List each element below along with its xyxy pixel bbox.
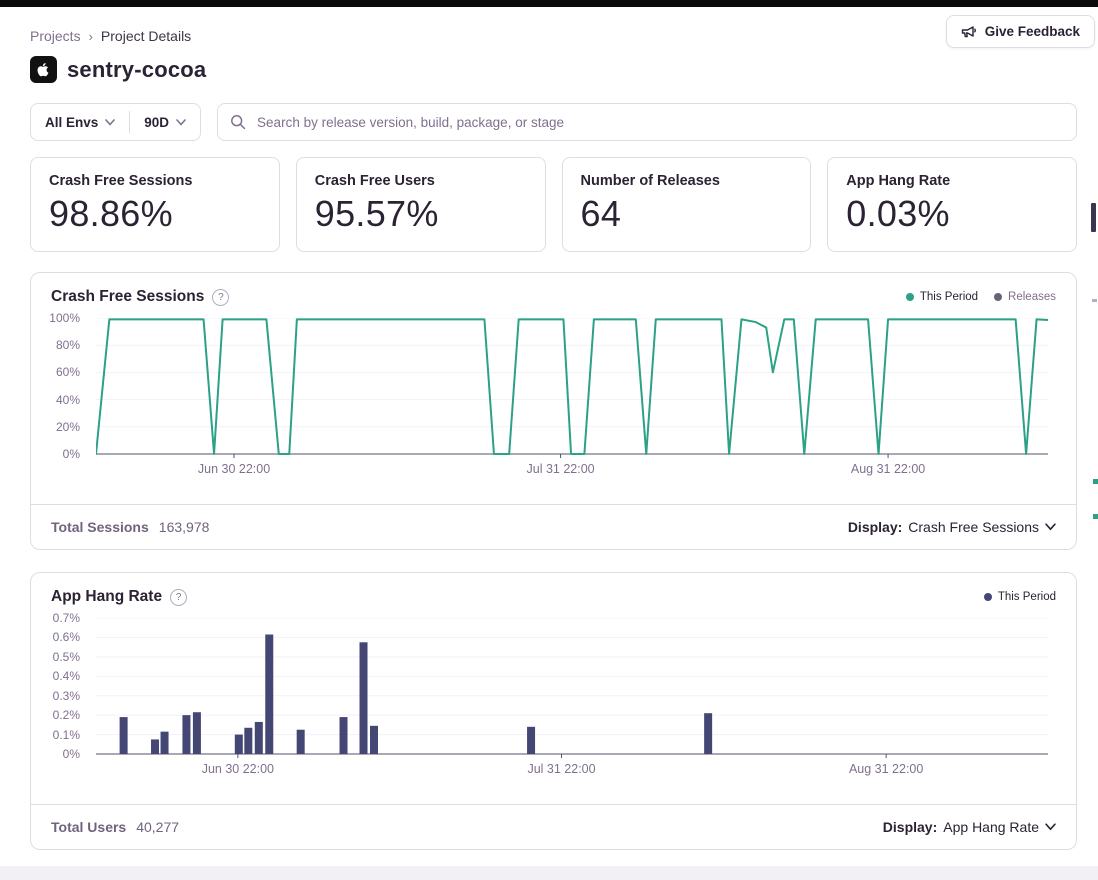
breadcrumb-projects-link[interactable]: Projects [30, 28, 81, 44]
total-label: Total Sessions [51, 519, 149, 535]
legend-item-this-period: This Period [984, 591, 1056, 603]
bar-chart-area: 0.7%0.6%0.5%0.4%0.3%0.2%0.1%0% [31, 612, 1076, 759]
chart-title: App Hang Rate [51, 588, 162, 606]
stat-value: 64 [581, 193, 793, 235]
breadcrumb-separator-icon: › [89, 29, 93, 44]
legend-dot [984, 593, 992, 601]
give-feedback-button[interactable]: Give Feedback [946, 15, 1095, 48]
chart-legend: This Period Releases [906, 291, 1056, 303]
crash-free-sessions-line-chart[interactable] [96, 318, 1048, 459]
search-input[interactable] [255, 114, 1064, 131]
total-value: 163,978 [159, 519, 210, 535]
stat-card-crash-free-users: Crash Free Users 95.57% [296, 157, 546, 252]
legend-dot [994, 293, 1002, 301]
stat-card-crash-free-sessions: Crash Free Sessions 98.86% [30, 157, 280, 252]
legend-dot [906, 293, 914, 301]
app-hang-rate-panel: App Hang Rate ? This Period 0.7%0.6%0.5%… [30, 572, 1077, 850]
search-icon [230, 114, 246, 130]
crash-free-sessions-panel: Crash Free Sessions ? This Period Releas… [30, 272, 1077, 550]
display-dropdown[interactable]: Display: Crash Free Sessions [848, 519, 1056, 535]
clipped-content-sliver [1093, 479, 1098, 484]
breadcrumb: Projects › Project Details [30, 28, 1077, 44]
total-label: Total Users [51, 819, 126, 835]
page-bottom-strip [0, 866, 1098, 880]
total-value: 40,277 [136, 819, 179, 835]
legend-item-releases: Releases [994, 291, 1056, 303]
legend-item-this-period: This Period [906, 291, 978, 303]
chart-footer: Total Sessions 163,978 Display: Crash Fr… [31, 504, 1076, 549]
chevron-down-icon [105, 119, 115, 126]
y-axis-labels: 100%80%60%40%20%0% [31, 318, 88, 454]
x-axis-labels: Jun 30 22:00Jul 31 22:00Aug 31 22:00 [96, 459, 1048, 483]
megaphone-icon [961, 24, 977, 39]
chevron-down-icon [176, 119, 186, 126]
stat-cards-row: Crash Free Sessions 98.86% Crash Free Us… [30, 157, 1077, 252]
filter-row: All Envs 90D [30, 103, 1077, 141]
chart-footer: Total Users 40,277 Display: App Hang Rat… [31, 804, 1076, 849]
help-icon[interactable]: ? [212, 289, 229, 306]
clipped-content-sliver [1092, 299, 1097, 302]
chart-legend: This Period [984, 591, 1056, 603]
clipped-content-sliver [1093, 514, 1098, 519]
app-hang-rate-bar-chart[interactable] [96, 618, 1048, 759]
chevron-down-icon [1045, 823, 1056, 831]
stat-value: 0.03% [846, 193, 1058, 235]
chevron-down-icon [1045, 523, 1056, 531]
help-icon[interactable]: ? [170, 589, 187, 606]
page-content: Projects › Project Details sentry-cocoa … [0, 7, 1098, 850]
chart-title: Crash Free Sessions [51, 288, 204, 306]
stat-label: Crash Free Sessions [49, 173, 261, 189]
y-axis-labels: 0.7%0.6%0.5%0.4%0.3%0.2%0.1%0% [31, 618, 88, 754]
line-chart-area: 100%80%60%40%20%0% [31, 312, 1076, 459]
stat-label: Number of Releases [581, 173, 793, 189]
stat-label: Crash Free Users [315, 173, 527, 189]
project-title-row: sentry-cocoa [30, 56, 1077, 83]
top-black-bar [0, 0, 1098, 7]
date-range-dropdown[interactable]: 90D [130, 104, 200, 140]
environment-filter-label: All Envs [45, 115, 98, 130]
release-search-box[interactable] [217, 103, 1077, 141]
stat-value: 95.57% [315, 193, 527, 235]
stat-value: 98.86% [49, 193, 261, 235]
stat-card-app-hang-rate: App Hang Rate 0.03% [827, 157, 1077, 252]
stat-label: App Hang Rate [846, 173, 1058, 189]
display-dropdown[interactable]: Display: App Hang Rate [883, 819, 1056, 835]
page-title: sentry-cocoa [67, 57, 206, 83]
breadcrumb-current: Project Details [101, 28, 191, 44]
apple-platform-icon [30, 56, 57, 83]
x-axis-labels: Jun 30 22:00Jul 31 22:00Aug 31 22:00 [96, 759, 1048, 783]
date-range-label: 90D [144, 115, 169, 130]
clipped-content-sliver [1091, 203, 1096, 232]
filter-group: All Envs 90D [30, 103, 201, 141]
stat-card-number-of-releases: Number of Releases 64 [562, 157, 812, 252]
environment-filter-dropdown[interactable]: All Envs [31, 104, 129, 140]
